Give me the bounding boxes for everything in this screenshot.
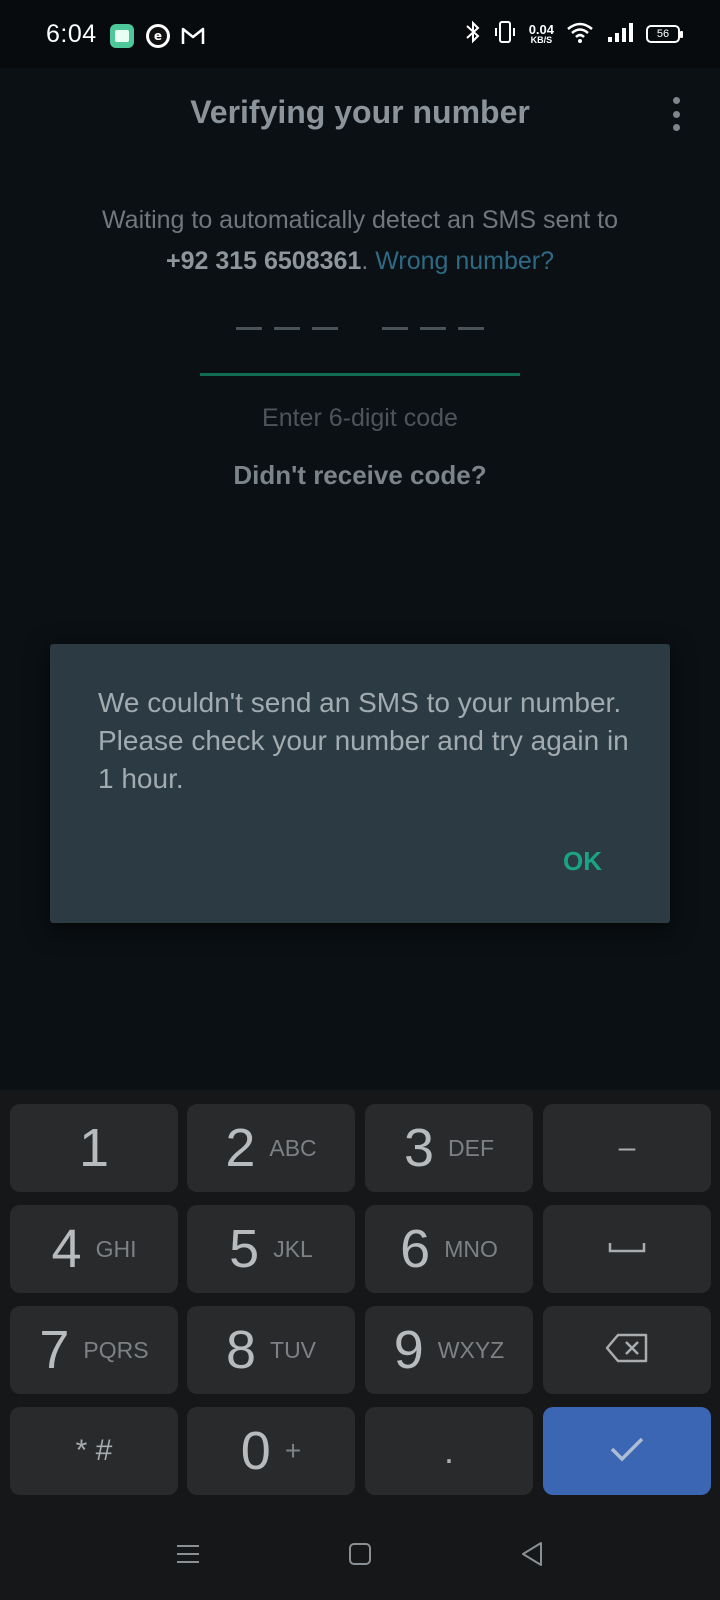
key-5[interactable]: 5 JKL	[187, 1205, 355, 1293]
network-speed: 0.04 KB/S	[528, 22, 554, 45]
recents-icon[interactable]	[168, 1534, 208, 1574]
key-space[interactable]	[543, 1205, 711, 1293]
code-digit-slot	[312, 326, 338, 330]
code-digit-slot	[420, 326, 446, 330]
back-icon[interactable]	[512, 1534, 552, 1574]
code-input-underline	[200, 373, 520, 376]
home-icon[interactable]	[340, 1534, 380, 1574]
dialog-message: We couldn't send an SMS to your number. …	[98, 687, 629, 794]
wrong-number-link[interactable]: Wrong number?	[375, 247, 554, 275]
error-dialog: We couldn't send an SMS to your number. …	[50, 644, 670, 923]
gmail-icon	[180, 24, 205, 48]
backspace-icon	[604, 1332, 650, 1369]
signal-icon	[606, 21, 634, 48]
key-backspace[interactable]	[543, 1306, 711, 1394]
code-digit-slot	[382, 326, 408, 330]
key-4[interactable]: 4 GHI	[10, 1205, 178, 1293]
wifi-icon	[566, 20, 594, 49]
key-minus[interactable]: –	[543, 1104, 711, 1192]
key-period[interactable]: .	[365, 1407, 533, 1495]
navigation-bar	[0, 1508, 720, 1600]
code-digit-slot	[274, 326, 300, 330]
key-7[interactable]: 7 PQRS	[10, 1306, 178, 1394]
status-time: 6:04	[46, 20, 97, 48]
enter-key[interactable]	[543, 1407, 711, 1495]
more-vert-icon[interactable]	[664, 94, 688, 134]
battery-icon: 56	[646, 25, 683, 43]
key-8[interactable]: 8 TUV	[187, 1306, 355, 1394]
phone-number: +92 315 6508361	[165, 247, 362, 275]
key-2[interactable]: 2 ABC	[187, 1104, 355, 1192]
bluetooth-icon	[465, 19, 481, 50]
verification-description: Waiting to automatically detect an SMS s…	[102, 206, 618, 275]
verify-screen: Verifying your number Waiting to automat…	[0, 68, 720, 1090]
numeric-keyboard: 1 2 ABC 3 DEF – 4 GHI 5 JKL 6 MNO 7 PQRS 8 TUV …	[0, 1090, 720, 1508]
description-text: Waiting to automatically detect an SMS s…	[102, 206, 618, 234]
resend-code-link[interactable]: Didn't receive code?	[0, 460, 720, 491]
code-hint: Enter 6-digit code	[262, 404, 458, 432]
code-digit-slot	[458, 326, 484, 330]
space-icon	[607, 1237, 647, 1262]
checkmark-icon	[607, 1434, 647, 1469]
key-9[interactable]: 9 WXYZ	[365, 1306, 533, 1394]
key-1[interactable]: 1	[10, 1104, 178, 1192]
status-bar: 6:04 e 0.04 KB/S 56	[0, 0, 720, 68]
vibrate-icon	[493, 19, 517, 50]
key-star-hash[interactable]: * #	[10, 1407, 178, 1495]
code-digit-slot	[236, 326, 262, 330]
code-input[interactable]	[200, 308, 520, 348]
ok-button[interactable]: OK	[563, 846, 602, 877]
key-6[interactable]: 6 MNO	[365, 1205, 533, 1293]
key-3[interactable]: 3 DEF	[365, 1104, 533, 1192]
page-title: Verifying your number	[190, 94, 530, 130]
svg-text:e: e	[154, 29, 162, 43]
key-0[interactable]: 0 +	[187, 1407, 355, 1495]
app-e-icon: e	[146, 24, 170, 48]
app-green-icon	[110, 24, 134, 48]
